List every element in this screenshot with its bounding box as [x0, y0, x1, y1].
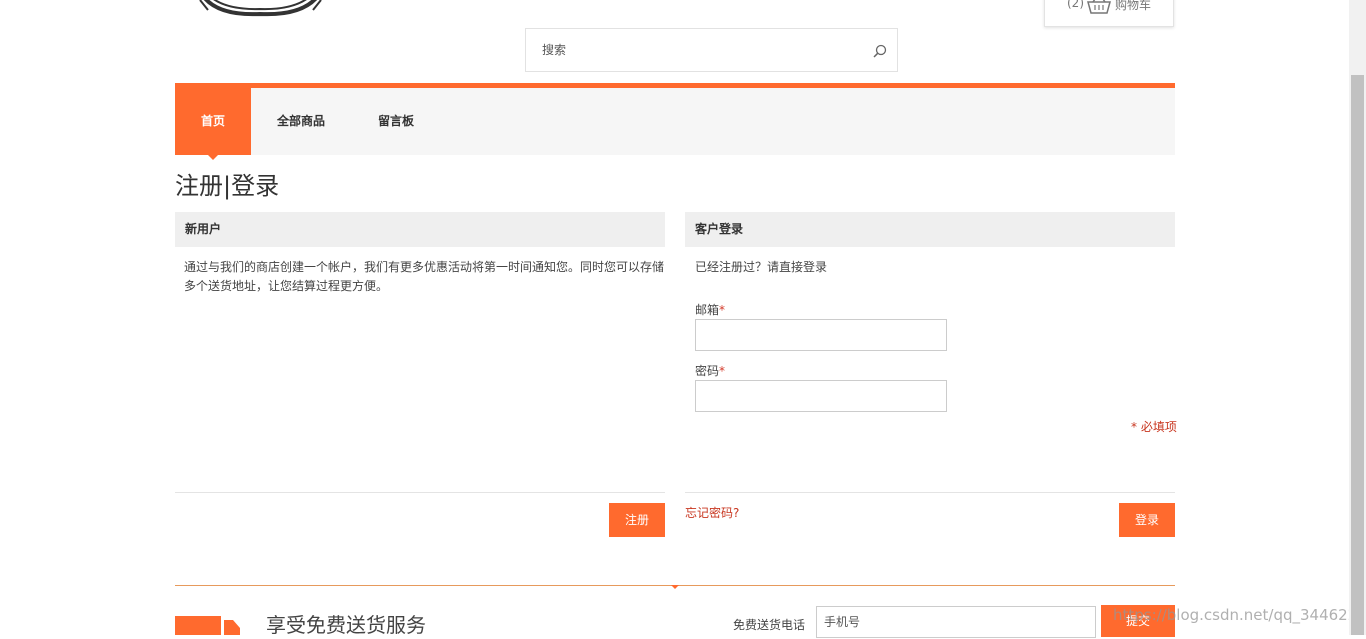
required-marker: *	[719, 364, 726, 378]
search-input[interactable]	[526, 29, 856, 71]
required-note: * 必填项	[1131, 420, 1177, 434]
new-customer-heading: 新用户	[175, 212, 665, 247]
store-logo-icon[interactable]	[198, 0, 323, 18]
basket-icon	[1087, 0, 1111, 15]
main-nav: 首页 全部商品 留言板	[175, 83, 1175, 160]
email-label-text: 邮箱	[695, 303, 720, 317]
cart-widget[interactable]: (2) 购物车	[1044, 0, 1174, 27]
new-customer-description: 通过与我们的商店创建一个帐户，我们有更多优惠活动将第一时间通知您。同时您可以存储…	[184, 260, 665, 293]
nav-item-all-products[interactable]: 全部商品	[265, 88, 337, 155]
nav-item-home[interactable]: 首页	[175, 88, 251, 160]
cart-label: 购物车	[1115, 0, 1152, 12]
cart-count: (2)	[1067, 0, 1084, 10]
scrollbar-thumb[interactable]	[1351, 75, 1364, 635]
login-intro: 已经注册过？请直接登录	[695, 260, 828, 274]
login-button[interactable]: 登录	[1119, 503, 1175, 537]
footer-caret	[671, 585, 679, 589]
search-box	[525, 28, 898, 72]
phone-label: 免费送货电话	[733, 618, 806, 632]
watermark: https://blog.csdn.net/qq_34462220	[1113, 606, 1366, 624]
nav-item-message-board[interactable]: 留言板	[365, 88, 427, 155]
phone-input[interactable]	[816, 606, 1096, 638]
divider	[685, 492, 1175, 493]
page-title: 注册|登录	[175, 172, 280, 200]
divider	[175, 492, 665, 493]
password-field[interactable]	[695, 380, 947, 412]
required-marker: *	[719, 303, 726, 317]
email-label: 邮箱*	[695, 301, 725, 318]
password-label-text: 密码	[695, 364, 720, 378]
search-icon[interactable]	[873, 43, 887, 58]
free-delivery-title: 享受免费送货服务	[266, 613, 426, 637]
email-field[interactable]	[695, 319, 947, 351]
login-heading: 客户登录	[685, 212, 1175, 247]
forgot-password-link[interactable]: 忘记密码?	[685, 504, 739, 521]
password-label: 密码*	[695, 362, 725, 379]
register-button[interactable]: 注册	[609, 503, 665, 537]
delivery-truck-icon	[175, 614, 241, 635]
